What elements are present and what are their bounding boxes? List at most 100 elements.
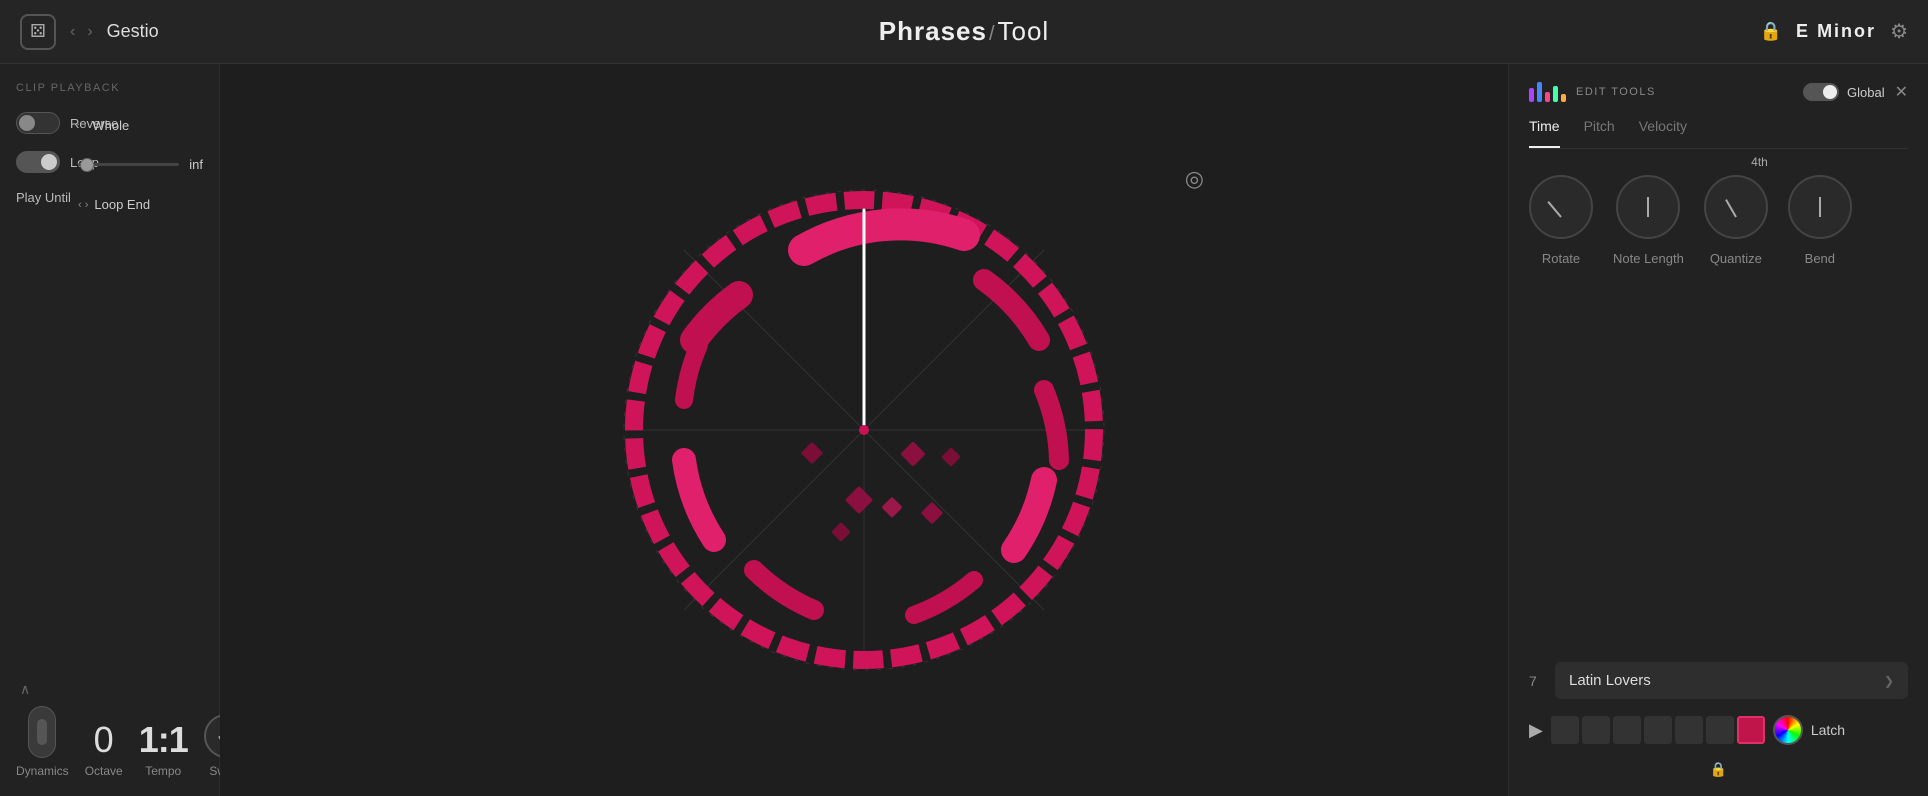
pattern-cell-2[interactable]: [1582, 716, 1610, 744]
tab-row: Time Pitch Velocity: [1529, 118, 1908, 149]
project-name: Gestio: [107, 21, 159, 42]
stepper-left-arrow[interactable]: ‹ ›: [76, 120, 86, 132]
octave-value: 0: [94, 722, 114, 758]
loop-slider[interactable]: [78, 163, 179, 166]
spacer: [1529, 282, 1908, 646]
lock-icon[interactable]: 🔒: [1760, 21, 1782, 42]
pattern-cell-7[interactable]: [1737, 716, 1765, 744]
quantize-label: Quantize: [1710, 251, 1762, 266]
quantize-indicator: [1725, 199, 1737, 217]
nav-arrows: ‹ ›: [66, 21, 97, 43]
preset-name-pill[interactable]: Latin Lovers ❯: [1555, 662, 1908, 699]
key-display[interactable]: E Minor: [1796, 21, 1876, 42]
loop-toggle-knob: [41, 154, 57, 170]
color-bars: [1529, 82, 1566, 102]
pattern-cells: [1551, 716, 1765, 744]
color-bar-2: [1537, 82, 1542, 102]
note-length-indicator: [1647, 197, 1649, 217]
loop-end-stepper[interactable]: ‹ › Loop End: [78, 197, 203, 212]
pattern-bottom: 🔒: [1529, 761, 1908, 778]
rotate-group: Rotate: [1529, 175, 1593, 266]
note-length-knob[interactable]: [1616, 175, 1680, 239]
octave-label: Octave: [85, 764, 123, 778]
tab-velocity[interactable]: Velocity: [1639, 118, 1687, 140]
quantize-top-label: 4th: [1751, 155, 1768, 169]
bend-group: Bend: [1788, 175, 1852, 266]
whole-stepper[interactable]: ‹ › Whole: [76, 118, 129, 133]
color-bar-1: [1529, 88, 1534, 102]
preset-number: 7: [1529, 673, 1545, 689]
key-note: E: [1796, 21, 1810, 41]
color-bar-4: [1553, 86, 1558, 102]
pattern-row: ▶ Latch: [1529, 715, 1908, 745]
pattern-play-button[interactable]: ▶: [1529, 720, 1543, 741]
knob-row: Dynamics 0 Octave 1:1 Tempo 4th Swing: [16, 706, 203, 778]
main-content: CLIP PLAYBACK Reverse ‹ › Whole Loop inf: [0, 64, 1928, 796]
tempo-value: 1:1: [139, 722, 188, 758]
key-scale: Minor: [1817, 21, 1876, 41]
title-tool: Tool: [998, 16, 1050, 46]
circle-container: ◎: [584, 150, 1144, 710]
color-wheel[interactable]: [1773, 715, 1803, 745]
loop-end-value: Loop End: [94, 197, 150, 212]
bend-label: Bend: [1805, 251, 1835, 266]
tab-time[interactable]: Time: [1529, 118, 1560, 140]
circle-visualizer[interactable]: [584, 150, 1144, 710]
nav-back[interactable]: ‹: [66, 21, 79, 43]
tempo-knob-item: 1:1 Tempo: [139, 722, 188, 778]
loop-value: inf: [189, 157, 203, 172]
nav-forward[interactable]: ›: [83, 21, 96, 43]
dynamics-label: Dynamics: [16, 764, 69, 778]
right-panel: EDIT TOOLS Global ✕ Time Pitch Velocity …: [1508, 64, 1928, 796]
app-title: Phrases/Tool: [879, 16, 1049, 47]
pattern-lock-icon[interactable]: 🔒: [1710, 761, 1727, 778]
reverse-toggle[interactable]: [16, 112, 60, 134]
top-bar-left: ⚄ ‹ › Gestio: [20, 14, 280, 50]
edit-tools-label: EDIT TOOLS: [1576, 86, 1793, 98]
rotate-label: Rotate: [1542, 251, 1580, 266]
preset-row: 7 Latin Lovers ❯: [1529, 662, 1908, 699]
loop-toggle[interactable]: [16, 151, 60, 173]
settings-icon[interactable]: ⚙: [1890, 19, 1908, 44]
rotate-knob[interactable]: [1529, 175, 1593, 239]
dynamics-knob[interactable]: [28, 706, 56, 758]
global-toggle-knob: [1823, 85, 1837, 99]
quantize-group: 4th Quantize: [1704, 175, 1768, 266]
loop-slider-row: inf: [78, 157, 203, 172]
latch-label: Latch: [1811, 722, 1845, 738]
tab-pitch[interactable]: Pitch: [1584, 118, 1615, 140]
dynamics-knob-inner: [37, 719, 47, 745]
pattern-cell-6[interactable]: [1706, 716, 1734, 744]
top-bar-right: 🔒 E Minor ⚙: [1648, 19, 1908, 44]
pattern-cell-1[interactable]: [1551, 716, 1579, 744]
pattern-cell-5[interactable]: [1675, 716, 1703, 744]
pattern-cell-3[interactable]: [1613, 716, 1641, 744]
top-bar-center: Phrases/Tool: [280, 16, 1648, 47]
color-bar-3: [1545, 92, 1550, 102]
global-label: Global: [1847, 85, 1885, 100]
color-bar-5: [1561, 94, 1566, 102]
note-length-label: Note Length: [1613, 251, 1684, 266]
note-length-group: Note Length: [1613, 175, 1684, 266]
bend-indicator: [1819, 197, 1821, 217]
loop-slider-thumb: [80, 158, 94, 172]
chevron-up[interactable]: ∧: [16, 681, 203, 698]
app-icon[interactable]: ⚄: [20, 14, 56, 50]
loop-end-left-arrow[interactable]: ‹ ›: [78, 199, 88, 211]
whole-value: Whole: [92, 118, 129, 133]
center-area: ◎: [220, 64, 1508, 796]
clip-playback-label: CLIP PLAYBACK: [16, 82, 203, 94]
dynamics-knob-item: Dynamics: [16, 706, 69, 778]
global-toggle[interactable]: [1803, 83, 1839, 101]
target-icon[interactable]: ◎: [1185, 166, 1204, 192]
pattern-cell-4[interactable]: [1644, 716, 1672, 744]
octave-knob-item: 0 Octave: [85, 722, 123, 778]
reverse-toggle-knob: [19, 115, 35, 131]
close-button[interactable]: ✕: [1895, 82, 1908, 102]
whole-row: ‹ › Whole: [76, 118, 203, 133]
global-toggle-row: Global: [1803, 83, 1885, 101]
left-panel: CLIP PLAYBACK Reverse ‹ › Whole Loop inf: [0, 64, 220, 796]
bend-knob[interactable]: [1788, 175, 1852, 239]
preset-chevron-icon: ❯: [1884, 674, 1894, 688]
quantize-knob[interactable]: [1704, 175, 1768, 239]
